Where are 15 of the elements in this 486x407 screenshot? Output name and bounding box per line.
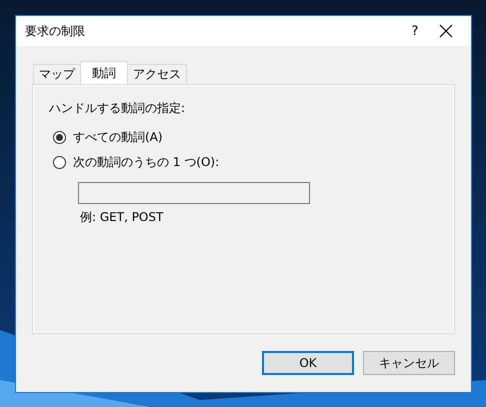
radio-button[interactable] bbox=[53, 130, 66, 144]
verb-input-field[interactable] bbox=[78, 182, 310, 204]
group-label: ハンドルする動詞の指定: bbox=[49, 100, 186, 117]
radio-button[interactable] bbox=[53, 156, 66, 168]
window-title: 要求の制限 bbox=[25, 22, 86, 40]
help-button[interactable]: ? bbox=[395, 24, 435, 38]
tab[interactable]: マップ bbox=[33, 64, 81, 84]
tab[interactable]: 動詞 bbox=[80, 61, 128, 84]
close-icon[interactable] bbox=[439, 24, 453, 38]
tab[interactable]: アクセス bbox=[127, 64, 187, 84]
ok-button[interactable]: OK bbox=[262, 351, 354, 375]
radio-label[interactable]: すべての動詞(A) bbox=[73, 128, 163, 146]
hint-text: 例: GET, POST bbox=[80, 209, 164, 226]
radio-label[interactable]: 次の動詞のうちの 1 つ(O): bbox=[73, 154, 220, 170]
cancel-button[interactable]: キャンセル bbox=[363, 351, 455, 375]
